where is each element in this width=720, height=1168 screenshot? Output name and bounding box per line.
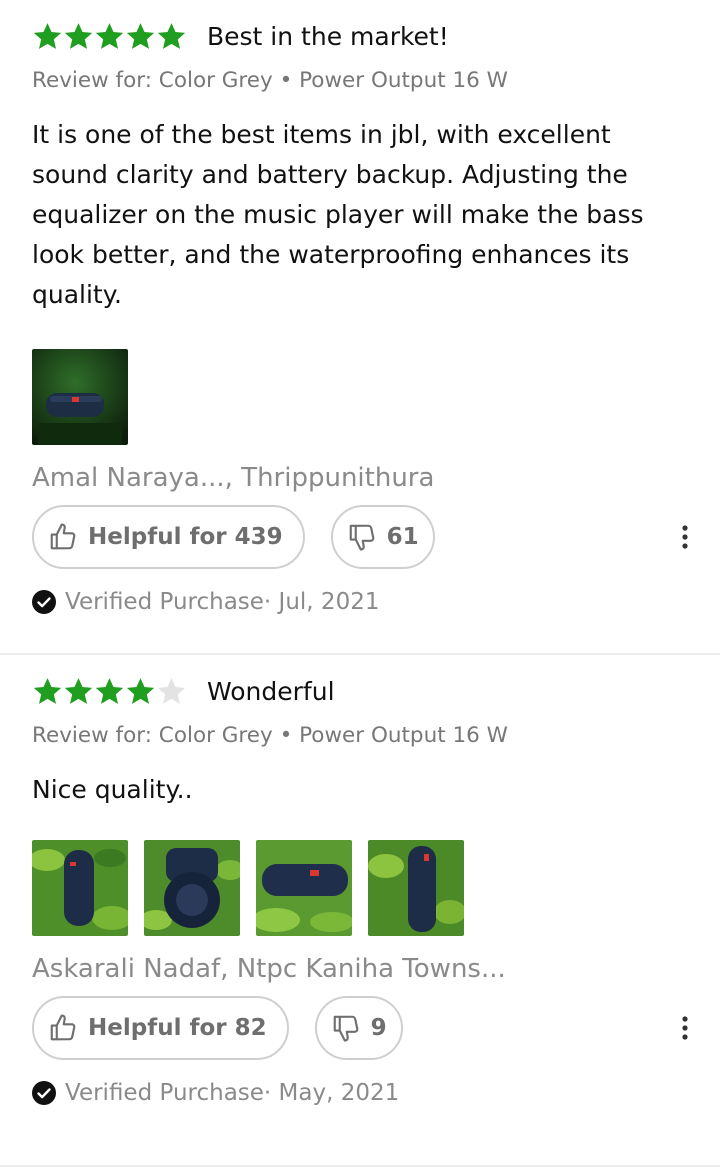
review-card: Best in the market! Review for: Color Gr…	[0, 0, 720, 655]
star-icon	[32, 21, 63, 52]
review-text: It is one of the best items in jbl, with…	[32, 120, 644, 309]
review-author: Amal Naraya..., Thrippunithura	[32, 463, 435, 493]
star-icon	[32, 676, 63, 707]
review-card: Wonderful Review for: Color Grey • Power…	[0, 655, 720, 1167]
review-actions: Helpful for 439 61	[32, 505, 688, 569]
verified-text: Verified Purchase· Jul, 2021	[65, 589, 380, 615]
review-title: Wonderful	[207, 676, 335, 706]
verified-purchase: Verified Purchase· Jul, 2021	[32, 589, 688, 615]
thumbs-up-icon	[50, 523, 76, 550]
thumbs-down-icon	[349, 524, 374, 551]
dislike-count: 9	[370, 1015, 387, 1041]
review-actions: Helpful for 82 9	[32, 996, 688, 1060]
helpful-label: Helpful for 439	[88, 524, 283, 550]
star-icon	[125, 676, 156, 707]
dislike-button[interactable]: 9	[314, 996, 403, 1060]
star-icon	[156, 676, 187, 707]
star-icon	[94, 21, 125, 52]
helpful-button[interactable]: Helpful for 82	[32, 996, 289, 1060]
rating-row: Wonderful	[32, 671, 688, 711]
review-author: Askarali Nadaf, Ntpc Kaniha Towns...	[32, 954, 506, 984]
check-circle-icon	[32, 1081, 56, 1105]
verified-text: Verified Purchase· May, 2021	[65, 1080, 400, 1106]
review-title: Best in the market!	[207, 21, 449, 51]
check-circle-icon	[32, 590, 56, 614]
review-variant: Review for: Color Grey • Power Output 16…	[32, 723, 508, 748]
dislike-button[interactable]: 61	[330, 505, 435, 569]
star-rating	[32, 676, 187, 707]
star-icon	[63, 21, 94, 52]
review-variant: Review for: Color Grey • Power Output 16…	[32, 68, 508, 93]
more-vertical-icon[interactable]	[680, 524, 690, 550]
review-image[interactable]	[144, 840, 240, 936]
more-vertical-icon[interactable]	[680, 1015, 690, 1041]
dislike-count: 61	[386, 524, 419, 550]
review-images	[32, 349, 688, 445]
review-image[interactable]	[32, 349, 128, 445]
star-icon	[125, 21, 156, 52]
thumbs-down-icon	[333, 1015, 358, 1042]
verified-purchase: Verified Purchase· May, 2021	[32, 1080, 688, 1106]
star-icon	[156, 21, 187, 52]
review-image[interactable]	[32, 840, 128, 936]
review-text: Nice quality..	[32, 775, 193, 804]
star-icon	[63, 676, 94, 707]
review-image[interactable]	[368, 840, 464, 936]
review-images	[32, 840, 688, 936]
review-image[interactable]	[256, 840, 352, 936]
thumbs-up-icon	[50, 1014, 76, 1041]
rating-row: Best in the market!	[32, 16, 688, 56]
star-rating	[32, 21, 187, 52]
star-icon	[94, 676, 125, 707]
helpful-label: Helpful for 82	[88, 1015, 267, 1041]
helpful-button[interactable]: Helpful for 439	[32, 505, 305, 569]
